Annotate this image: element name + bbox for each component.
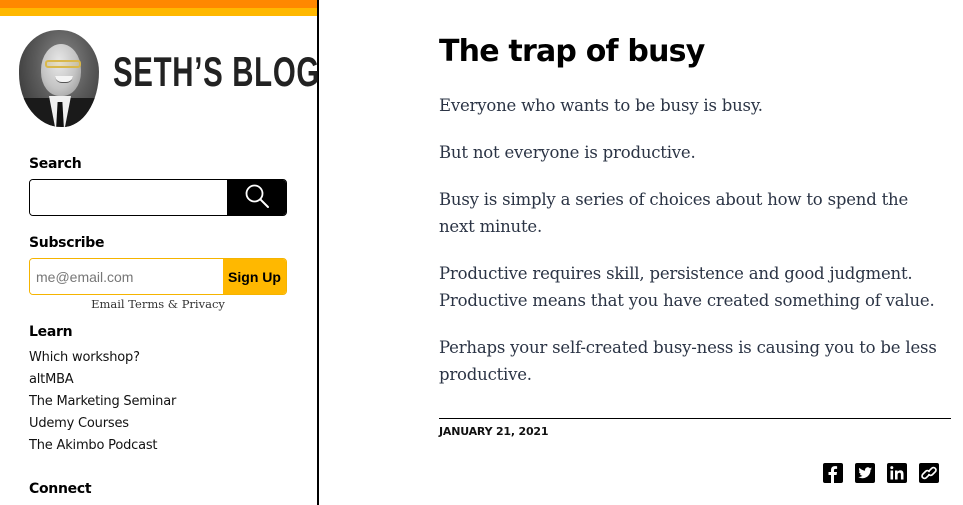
subscribe-form: Sign Up — [29, 258, 287, 295]
post-date[interactable]: JANUARY 21, 2021 — [439, 425, 549, 438]
learn-item: Udemy Courses — [29, 413, 176, 435]
learn-link-akimbo-podcast[interactable]: The Akimbo Podcast — [29, 438, 158, 453]
learn-link-which-workshop[interactable]: Which workshop? — [29, 350, 140, 365]
learn-item: Which workshop? — [29, 347, 176, 369]
facebook-icon[interactable] — [823, 463, 843, 483]
sign-up-button[interactable]: Sign Up — [223, 259, 286, 294]
header-stripe-orange — [0, 0, 317, 8]
post-paragraph: Busy is simply a series of choices about… — [439, 190, 909, 236]
search-label: Search — [29, 156, 82, 172]
search-input[interactable] — [30, 180, 227, 215]
learn-list: Which workshop? altMBA The Marketing Sem… — [29, 347, 176, 457]
avatar-head — [41, 44, 81, 96]
author-avatar[interactable] — [19, 30, 99, 127]
link-icon[interactable] — [919, 463, 939, 483]
twitter-icon[interactable] — [855, 463, 875, 483]
search-icon — [244, 183, 270, 212]
email-terms-link[interactable]: Email Terms & Privacy — [29, 297, 287, 311]
post-title: The trap of busy — [439, 34, 705, 69]
post-paragraph: But not everyone is productive. — [439, 143, 696, 162]
post-paragraph: Productive requires skill, persistence a… — [439, 264, 935, 310]
learn-label: Learn — [29, 324, 73, 340]
share-buttons — [823, 463, 939, 483]
post-paragraph: Everyone who wants to be busy is busy. — [439, 96, 763, 115]
search-button[interactable] — [227, 180, 286, 215]
sidebar: SETH’S BLOG Search Subscribe Sign Up Ema… — [0, 0, 319, 505]
avatar-glasses — [45, 60, 81, 68]
learn-link-udemy-courses[interactable]: Udemy Courses — [29, 416, 129, 431]
learn-item: The Akimbo Podcast — [29, 435, 176, 457]
post-divider — [439, 418, 951, 419]
linkedin-icon[interactable] — [887, 463, 907, 483]
post-body: Everyone who wants to be busy is busy. B… — [439, 92, 939, 408]
connect-label: Connect — [29, 481, 92, 497]
learn-item: altMBA — [29, 369, 176, 391]
subscribe-label: Subscribe — [29, 235, 105, 251]
blog-logo[interactable]: SETH’S BLOG — [113, 50, 320, 94]
email-input[interactable] — [30, 259, 223, 294]
header-stripe-yellow — [0, 8, 317, 16]
learn-link-marketing-seminar[interactable]: The Marketing Seminar — [29, 394, 176, 409]
search-form — [29, 179, 287, 216]
post-paragraph: Perhaps your self-created busy-ness is c… — [439, 338, 937, 384]
post-main: The trap of busy Everyone who wants to b… — [319, 0, 963, 505]
learn-link-altmba[interactable]: altMBA — [29, 372, 74, 387]
learn-item: The Marketing Seminar — [29, 391, 176, 413]
